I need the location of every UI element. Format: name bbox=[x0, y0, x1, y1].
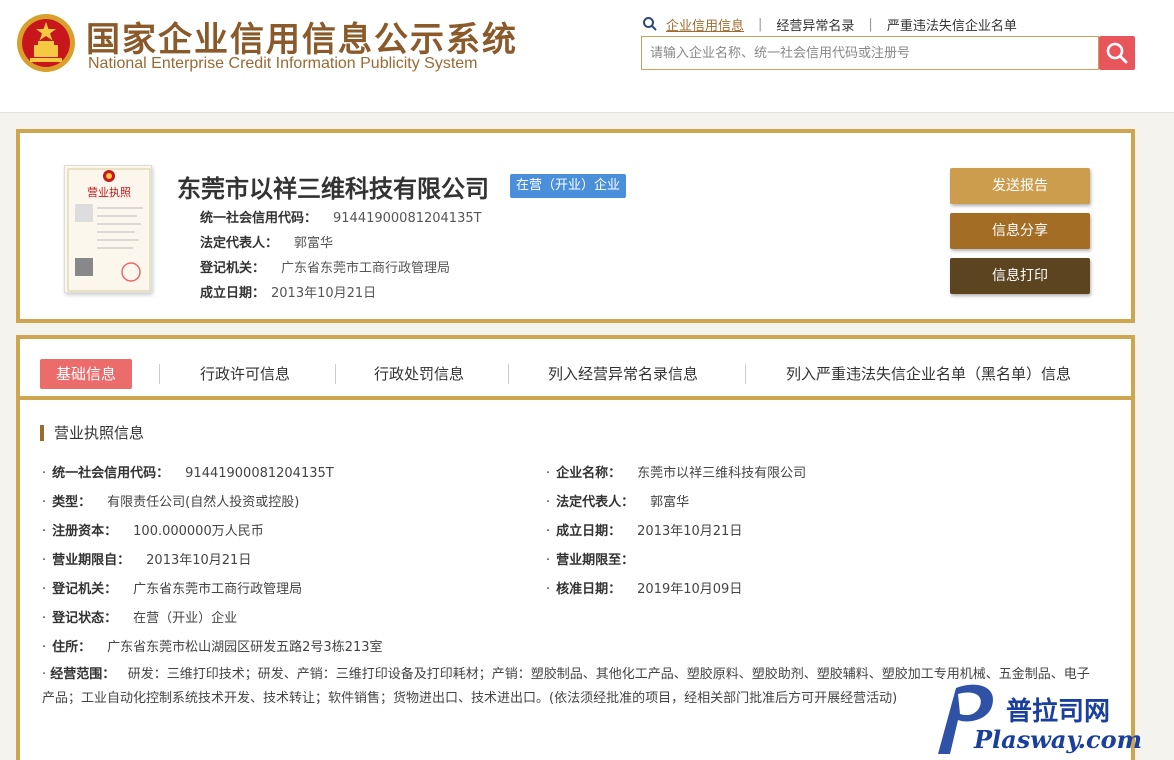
tab-bar: 基础信息 行政许可信息 行政处罚信息 列入经营异常名录信息 列入严重违法失信企业… bbox=[20, 339, 1131, 400]
field-capital: · 注册资本： 100.000000万人民币 bbox=[42, 524, 264, 539]
info-authority: 登记机关： 广东省东莞市工商行政管理局 bbox=[200, 261, 451, 276]
top-nav: 企业信用信息 | 经营异常名录 | 严重违法失信企业名单 bbox=[642, 14, 1017, 34]
nav-separator: | bbox=[758, 16, 763, 32]
search-box bbox=[641, 36, 1099, 70]
field-address: · 住所： 广东省东莞市松山湖园区研发五路2号3栋213室 bbox=[42, 640, 383, 655]
tab-separator bbox=[745, 364, 746, 384]
nav-separator: | bbox=[868, 16, 873, 32]
tab-admin-penalty[interactable]: 行政处罚信息 bbox=[374, 359, 464, 389]
tab-admin-license[interactable]: 行政许可信息 bbox=[200, 359, 290, 389]
company-card: 营业执照 东莞市以祥三维科技有限公司 在营（开业）企业 统一社会信用代码： 914… bbox=[16, 129, 1135, 323]
nav-blacklist[interactable]: 严重违法失信企业名单 bbox=[887, 15, 1017, 34]
business-license-image: 营业执照 bbox=[67, 168, 151, 292]
search-button[interactable] bbox=[1099, 36, 1135, 70]
status-badge: 在营（开业）企业 bbox=[510, 174, 627, 198]
field-term-to: · 营业期限至： bbox=[546, 553, 635, 568]
magnifier-icon bbox=[1106, 42, 1128, 64]
field-status: · 登记状态： 在营（开业）企业 bbox=[42, 611, 238, 626]
license-title: 营业执照 bbox=[87, 185, 131, 199]
field-legal-rep: · 法定代表人： 郭富华 bbox=[546, 495, 690, 510]
field-type: · 类型： 有限责任公司(自然人投资或控股) bbox=[42, 495, 300, 510]
tab-separator bbox=[159, 364, 160, 384]
nav-credit-info[interactable]: 企业信用信息 bbox=[666, 15, 744, 34]
tab-blacklist[interactable]: 列入严重违法失信企业名单（黑名单）信息 bbox=[786, 359, 1071, 389]
send-report-button[interactable]: 发送报告 bbox=[950, 168, 1090, 204]
section-title: 营业执照信息 bbox=[40, 425, 144, 441]
business-license-thumbnail[interactable]: 营业执照 bbox=[64, 165, 152, 293]
info-credit-code: 统一社会信用代码： 91441900081204135T bbox=[200, 211, 482, 226]
search-icon bbox=[643, 17, 657, 31]
field-founded: · 成立日期： 2013年10月21日 bbox=[546, 524, 743, 539]
watermark-text-en: Plasway.com bbox=[973, 725, 1142, 754]
watermark-text-cn: 普拉司网 bbox=[1006, 696, 1110, 727]
field-approved-date: · 核准日期： 2019年10月09日 bbox=[546, 582, 743, 597]
share-info-button[interactable]: 信息分享 bbox=[950, 213, 1090, 249]
tab-separator bbox=[335, 364, 336, 384]
print-info-button[interactable]: 信息打印 bbox=[950, 258, 1090, 294]
info-founded: 成立日期： 2013年10月21日 bbox=[200, 286, 377, 301]
tab-separator bbox=[508, 364, 509, 384]
field-authority: · 登记机关： 广东省东莞市工商行政管理局 bbox=[42, 582, 303, 597]
info-legal-rep: 法定代表人： 郭富华 bbox=[200, 236, 334, 251]
tab-abnormal-list[interactable]: 列入经营异常名录信息 bbox=[548, 359, 698, 389]
site-title-en: National Enterprise Credit Information P… bbox=[88, 55, 478, 72]
nav-abnormal-list[interactable]: 经营异常名录 bbox=[776, 15, 854, 34]
company-name: 东莞市以祥三维科技有限公司 bbox=[177, 175, 489, 203]
site-header: 国家企业信用信息公示系统 National Enterprise Credit … bbox=[0, 0, 1174, 113]
field-term-from: · 营业期限自： 2013年10月21日 bbox=[42, 553, 252, 568]
field-credit-code: · 统一社会信用代码： 91441900081204135T bbox=[42, 466, 334, 481]
field-company-name: · 企业名称： 东莞市以祥三维科技有限公司 bbox=[546, 466, 807, 481]
plasway-watermark-logo: 普拉司网 Plasway.com bbox=[938, 684, 1142, 754]
tab-basic-info[interactable]: 基础信息 bbox=[40, 359, 133, 389]
site-title-cn: 国家企业信用信息公示系统 bbox=[86, 20, 518, 60]
national-emblem-icon bbox=[17, 14, 75, 72]
search-input[interactable] bbox=[642, 37, 1098, 69]
